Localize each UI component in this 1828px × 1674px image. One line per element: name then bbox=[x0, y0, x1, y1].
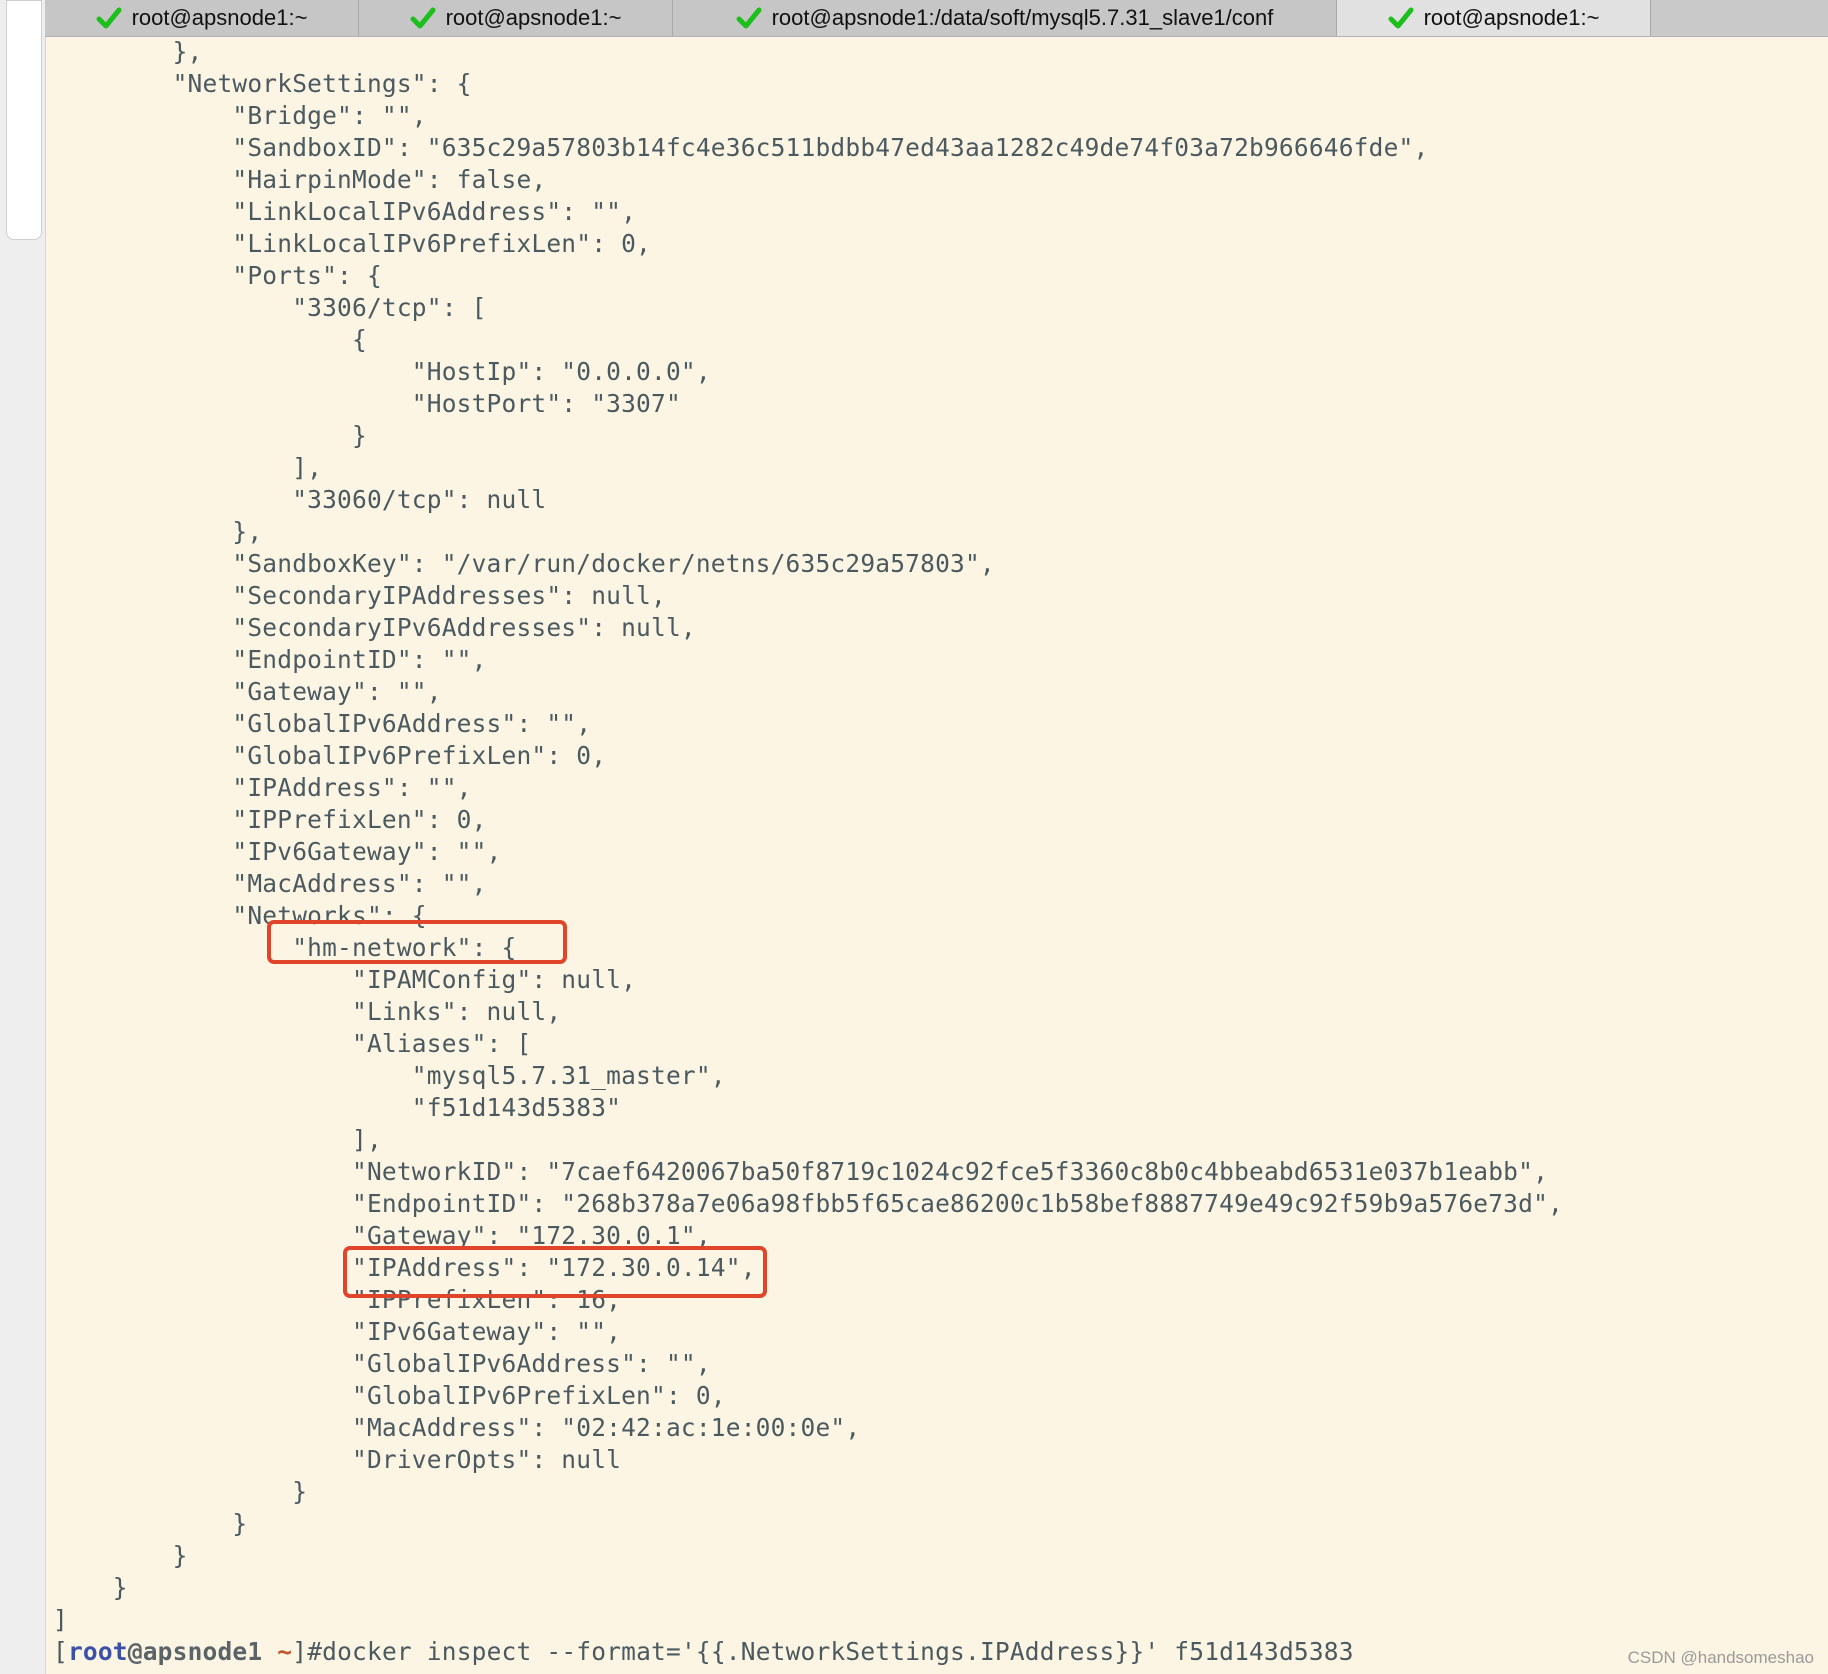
terminal-line: "hm-network": { bbox=[53, 933, 517, 962]
terminal-line: } bbox=[53, 1477, 308, 1506]
terminal-line: "GlobalIPv6PrefixLen": 0, bbox=[53, 741, 607, 770]
terminal-line: }, bbox=[53, 37, 203, 66]
terminal-line: "Gateway": "", bbox=[53, 677, 442, 706]
terminal-line: "Aliases": [ bbox=[53, 1029, 532, 1058]
prompt-host: @apsnode1 bbox=[127, 1637, 263, 1666]
terminal-line: "SandboxKey": "/var/run/docker/netns/635… bbox=[53, 549, 995, 578]
left-scrollbar-track[interactable] bbox=[0, 0, 46, 1674]
terminal-line: "Gateway": "172.30.0.1", bbox=[53, 1221, 711, 1250]
prompt-user: root bbox=[67, 1637, 128, 1666]
terminal-line: "GlobalIPv6Address": "", bbox=[53, 1349, 711, 1378]
tab-title: root@apsnode1:/data/soft/mysql5.7.31_sla… bbox=[771, 5, 1274, 30]
tab-session-4-active[interactable]: root@apsnode1:~ bbox=[1337, 0, 1651, 36]
terminal-line: "EndpointID": "268b378a7e06a98fbb5f65cae… bbox=[53, 1189, 1563, 1218]
watermark: CSDN @handsomeshao bbox=[1627, 1648, 1814, 1667]
tab-title: root@apsnode1:~ bbox=[1423, 5, 1600, 30]
terminal-line: "NetworkSettings": { bbox=[53, 69, 472, 98]
terminal-line: } bbox=[53, 1541, 188, 1570]
terminal-line: "HostPort": "3307" bbox=[53, 389, 681, 418]
tab-session-2[interactable]: root@apsnode1:~ bbox=[359, 0, 673, 36]
terminal-line: { bbox=[53, 325, 367, 354]
command-prompt-line[interactable]: [root@apsnode1 ~]#docker inspect --forma… bbox=[53, 1636, 1354, 1668]
prompt-cwd: ~ bbox=[262, 1637, 293, 1666]
tab-title: root@apsnode1:~ bbox=[131, 5, 308, 30]
green-check-icon bbox=[736, 7, 762, 29]
prompt-open-bracket: [ bbox=[53, 1637, 68, 1666]
terminal-line: ], bbox=[53, 1125, 382, 1154]
prompt-command: docker inspect --format='{{.NetworkSetti… bbox=[322, 1637, 1354, 1666]
terminal-line: "SecondaryIPv6Addresses": null, bbox=[53, 613, 696, 642]
terminal-line: ] bbox=[53, 1605, 68, 1634]
terminal-line: "EndpointID": "", bbox=[53, 645, 487, 674]
terminal-line: "f51d143d5383" bbox=[53, 1093, 622, 1122]
terminal-line: "IPAMConfig": null, bbox=[53, 965, 637, 994]
terminal-line: "SandboxID": "635c29a57803b14fc4e36c511b… bbox=[53, 133, 1429, 162]
terminal-line: }, bbox=[53, 517, 263, 546]
terminal-line: ], bbox=[53, 453, 323, 482]
terminal-line: "3306/tcp": [ bbox=[53, 293, 487, 322]
prompt-close-bracket: ] bbox=[292, 1637, 308, 1666]
tab-session-1[interactable]: root@apsnode1:~ bbox=[45, 0, 359, 36]
terminal-line: "Bridge": "", bbox=[53, 101, 427, 130]
terminal-line: "NetworkID": "7caef6420067ba50f8719c1024… bbox=[53, 1157, 1549, 1186]
terminal-line: "IPv6Gateway": "", bbox=[53, 1317, 622, 1346]
tab-session-3[interactable]: root@apsnode1:/data/soft/mysql5.7.31_sla… bbox=[673, 0, 1337, 36]
terminal-line: "LinkLocalIPv6PrefixLen": 0, bbox=[53, 229, 652, 258]
terminal-line: "Ports": { bbox=[53, 261, 382, 290]
terminal-line: "33060/tcp": null bbox=[53, 485, 547, 514]
terminal-output[interactable]: }, "NetworkSettings": { "Bridge": "", "S… bbox=[45, 36, 1828, 1674]
green-check-icon bbox=[1388, 7, 1414, 29]
terminal-line: } bbox=[53, 421, 367, 450]
terminal-line: "SecondaryIPAddresses": null, bbox=[53, 581, 666, 610]
tab-bar: root@apsnode1:~ root@apsnode1:~ root@aps… bbox=[45, 0, 1828, 37]
green-check-icon bbox=[96, 7, 122, 29]
terminal-line: "MacAddress": "02:42:ac:1e:00:0e", bbox=[53, 1413, 861, 1442]
terminal-line: } bbox=[53, 1509, 248, 1538]
green-check-icon bbox=[410, 7, 436, 29]
terminal-line: } bbox=[53, 1573, 128, 1602]
tab-title: root@apsnode1:~ bbox=[445, 5, 622, 30]
terminal-line: "Links": null, bbox=[53, 997, 562, 1026]
terminal-line: "GlobalIPv6Address": "", bbox=[53, 709, 592, 738]
terminal-line: "HostIp": "0.0.0.0", bbox=[53, 357, 711, 386]
terminal-line: "IPAddress": "", bbox=[53, 773, 472, 802]
terminal-line: "Networks": { bbox=[53, 901, 427, 930]
terminal-line: "mysql5.7.31_master", bbox=[53, 1061, 726, 1090]
terminal-line: "HairpinMode": false, bbox=[53, 165, 547, 194]
terminal-line: "GlobalIPv6PrefixLen": 0, bbox=[53, 1381, 726, 1410]
scrollbar-thumb[interactable] bbox=[6, 0, 42, 240]
terminal-line: "LinkLocalIPv6Address": "", bbox=[53, 197, 637, 226]
terminal-line: "MacAddress": "", bbox=[53, 869, 487, 898]
terminal-line: "IPPrefixLen": 16, bbox=[53, 1285, 622, 1314]
terminal-line: "DriverOpts": null bbox=[53, 1445, 622, 1474]
terminal-window: root@apsnode1:~ root@apsnode1:~ root@aps… bbox=[0, 0, 1828, 1674]
terminal-line: "IPAddress": "172.30.0.14", bbox=[53, 1253, 756, 1282]
prompt-symbol: # bbox=[307, 1637, 323, 1666]
terminal-line: "IPv6Gateway": "", bbox=[53, 837, 502, 866]
terminal-line: "IPPrefixLen": 0, bbox=[53, 805, 487, 834]
